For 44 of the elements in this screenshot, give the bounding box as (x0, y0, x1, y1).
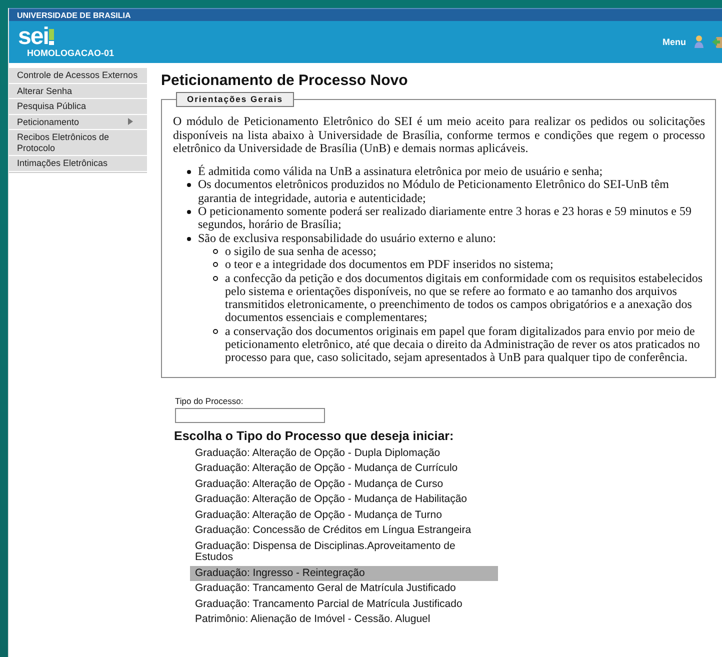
bullet-icon (213, 328, 218, 334)
list-heading: Escolha o Tipo do Processo que deseja iniciar: (174, 428, 455, 443)
process-type-item[interactable]: Graduação: Ingresso - Reintegração (190, 566, 498, 582)
guideline-text: o sigilo de sua senha de acesso; (225, 244, 376, 258)
process-type-item[interactable]: Graduação: Alteração de Opção - Mudança de Habilitação (190, 492, 498, 508)
exit-icon[interactable] (712, 35, 722, 49)
process-type-item[interactable]: Graduação: Alteração de Opção - Dupla Diplomação (190, 446, 498, 462)
field-label: Tipo do Processo: (175, 396, 244, 406)
guideline-text: a conservação dos documentos originais em papel que foram digitalizados para envio por meio de peticionamento eletrônico, até que decaia o direito da Administração de rever os atos praticados no processo para que, caso solicitado, sejam apresentados à UnB para qualquer tipo de conferência. (225, 324, 701, 365)
user-icon[interactable] (694, 35, 704, 49)
institution-name: UNIVERSIDADE DE BRASILIA (17, 10, 131, 20)
bullet-icon (187, 236, 191, 241)
process-type-item[interactable]: Graduação: Trancamento Parcial de Matrícula Justificado (190, 596, 498, 612)
guideline-text: É admitida como válida na UnB a assinatura eletrônica por meio de usuário e senha; (198, 165, 603, 178)
panel-legend: Orientações Gerais (176, 92, 294, 108)
process-type-item[interactable]: Graduação: Trancamento Geral de Matrícula Justificado (190, 581, 498, 597)
process-type-field[interactable] (175, 408, 325, 423)
process-type-item[interactable]: Graduação: Alteração de Opção - Mudança de Currículo (190, 461, 498, 477)
sidebar-item[interactable]: Controle de Acessos Externos (9, 68, 147, 84)
process-type-item[interactable]: Graduação: Alteração de Opção - Mudança de Turno (190, 508, 498, 524)
bullet-icon (213, 276, 218, 281)
guideline-text: o teor e a integridade dos documentos em PDF inseridos no sistema; (225, 258, 554, 272)
bullet-icon (213, 248, 218, 254)
guideline-text: Os documentos eletrônicos produzidos no Módulo de Peticionamento Eletrônico do SEI-UnB têm garantia de integridade, autoria e autenticidade; (198, 178, 670, 206)
intro-paragraph: O módulo de Peticionamento Eletrônico do SEI é um meio aceito para realizar os pedidos ou solicitações disponíveis na lista abaixo à Universidade de Brasília, conforme termos e condições que regem o processo eletrônico da Universidade de Brasília (UnB) e demais normas aplicáveis. (173, 115, 705, 156)
bullet-icon (187, 170, 191, 174)
sidebar-item[interactable]: Pesquisa Pública (9, 99, 147, 114)
sidebar-item[interactable]: Recibos Eletrônicos de Protocolo (9, 130, 147, 156)
bullet-icon (187, 183, 191, 188)
bullet-icon (213, 262, 218, 268)
process-type-item[interactable]: Patrimônio: Alienação de Imóvel - Cessão. Aluguel (190, 612, 498, 628)
bullet-icon (187, 210, 191, 214)
guideline-text: São de exclusiva responsabilidade do usuário externo e aluno: (198, 232, 497, 245)
sidebar-item[interactable]: Peticionamento (9, 114, 147, 130)
sidebar-item[interactable]: Alterar Senha (9, 84, 147, 99)
guideline-text: a confecção da petição e dos documentos digitais em conformidade com os requisitos estabelecidos pelo sistema e orientações disponíveis, no que se refere ao formato e ao tamanho dos arquivos transmitidos eletronicamente, o preenchimento de todos os campos obrigatórios e a anexação dos documentos essenciais e complementares; (225, 272, 704, 325)
environment-name: HOMOLOGACAO-01 (27, 48, 114, 58)
guideline-text: O peticionamento somente poderá ser realizado diariamente entre 3 horas e 23 horas e 59 minutos e 59 segundos, horário de Brasília; (198, 205, 692, 232)
sidebar-item[interactable]: Intimações Eletrônicas (9, 156, 147, 172)
page-title: Peticionamento de Processo Novo (161, 72, 409, 89)
process-type-item[interactable]: Graduação: Dispensa de Disciplinas.Aproveitamento de Estudos (190, 538, 498, 566)
process-type-item[interactable]: Graduação: Concessão de Créditos em Língua Estrangeira (190, 523, 498, 539)
process-type-item[interactable]: Graduação: Alteração de Opção - Mudança de Curso (190, 476, 498, 492)
logo-mark-icon (49, 29, 54, 45)
